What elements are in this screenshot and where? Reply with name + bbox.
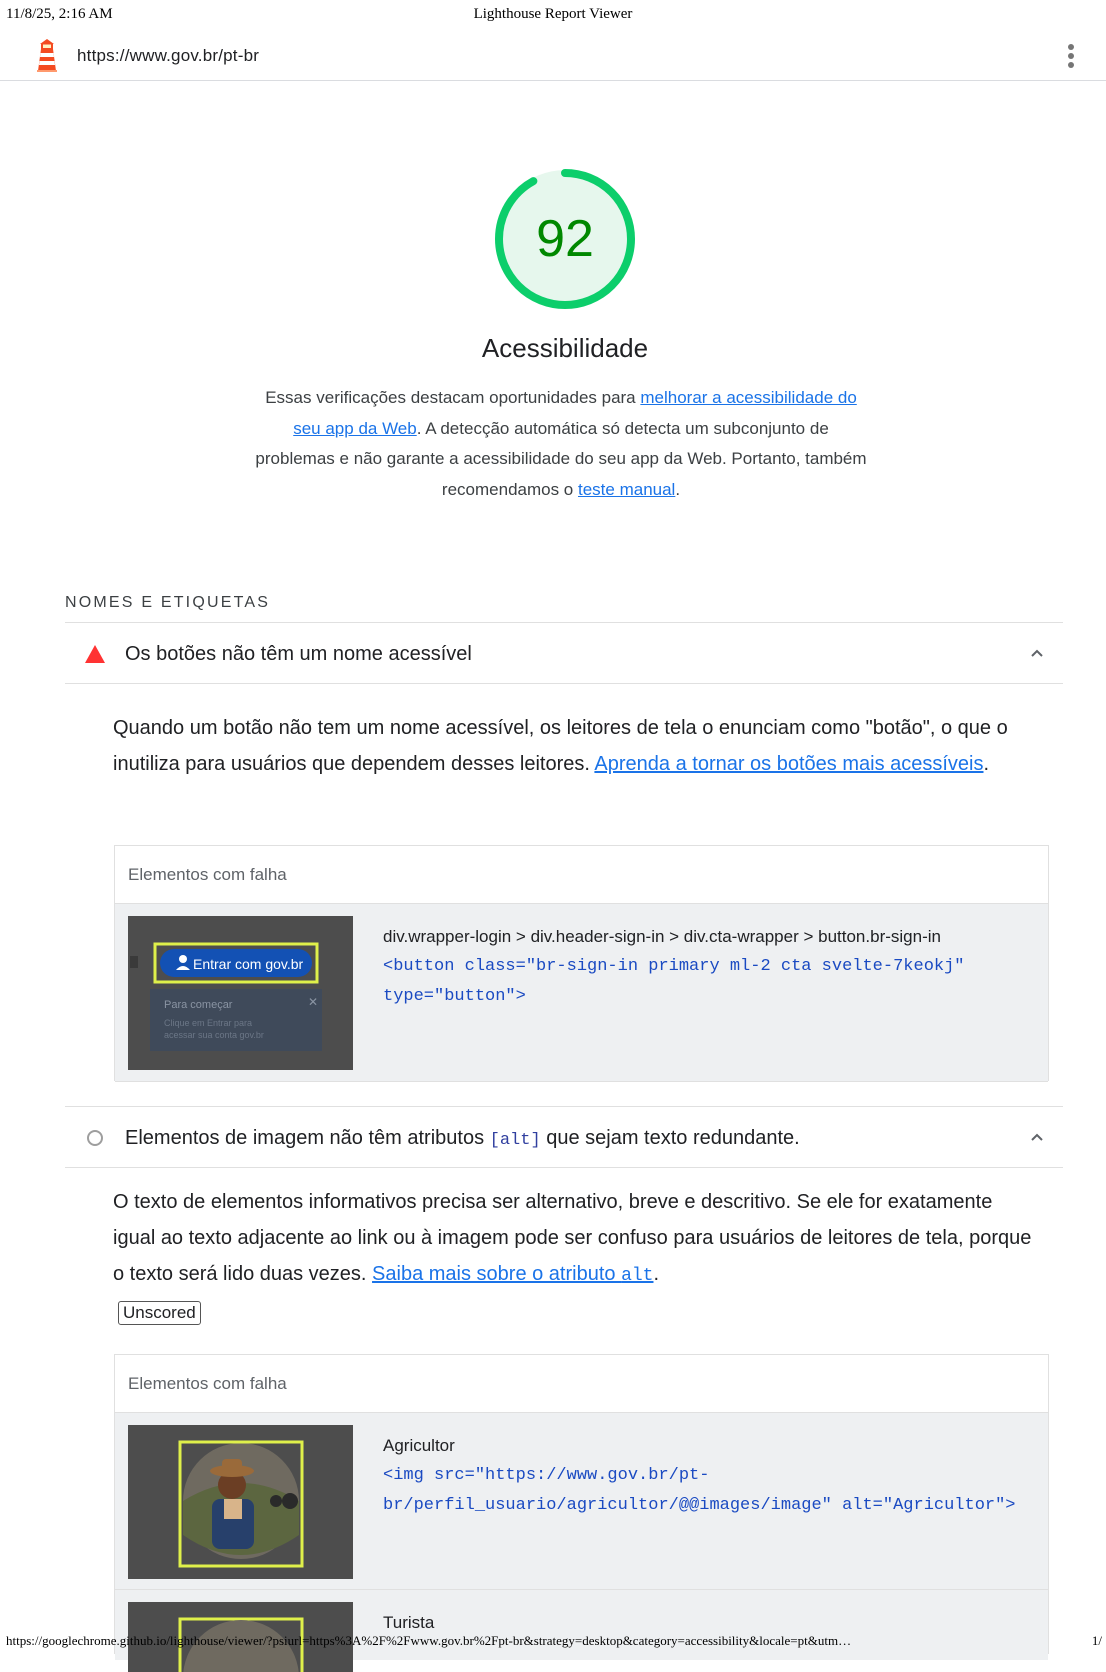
node-snippet: <img src="https://www.gov.br/pt-br/perfi…: [383, 1466, 1016, 1515]
print-page-number: 1/: [1091, 1633, 1102, 1648]
svg-text:Para começar: Para começar: [164, 999, 233, 1011]
login-button-screenshot: Entrar com gov.br Para começar ✕ Clique …: [128, 916, 353, 1070]
print-header: 11/8/25, 2:16 AM Lighthouse Report Viewe…: [0, 6, 1106, 26]
audit-title: Os botões não têm um nome acessível: [125, 643, 472, 665]
svg-text:Entrar com gov.br: Entrar com gov.br: [193, 956, 304, 972]
fail-triangle-icon: [85, 645, 105, 663]
node-selector: Agricultor: [383, 1436, 455, 1455]
svg-text:Clique em Entrar para: Clique em Entrar para: [164, 1018, 252, 1028]
learn-alt-link[interactable]: Saiba mais sobre o atributo alt: [372, 1263, 653, 1286]
category-description: Essas verificações destacam oportunidade…: [255, 388, 867, 499]
informative-circle-icon: [87, 1130, 103, 1146]
node-snippet: <button class="br-sign-in primary ml-2 c…: [383, 957, 965, 1006]
table-row[interactable]: Turista: [115, 1590, 1048, 1672]
manual-testing-link[interactable]: teste manual: [578, 480, 675, 499]
element-screenshot: Entrar com gov.br Para começar ✕ Clique …: [128, 916, 353, 1070]
group-title: NOMES E ETIQUETAS: [65, 594, 271, 611]
details-header: Elementos com falha: [115, 1355, 1048, 1413]
table-row[interactable]: Entrar com gov.br Para começar ✕ Clique …: [115, 904, 1048, 1082]
print-title: Lighthouse Report Viewer: [473, 6, 633, 22]
print-footer-url: https://googlechrome.github.io/lighthous…: [6, 1633, 852, 1648]
kebab-menu-icon[interactable]: [1064, 42, 1078, 70]
audit-description: O texto de elementos informativos precis…: [113, 1184, 1033, 1330]
svg-text:✕: ✕: [308, 995, 318, 1009]
audit-description: Quando um botão não tem um nome acessíve…: [113, 717, 1008, 775]
node-info: div.wrapper-login > div.header-sign-in >…: [383, 922, 1028, 1012]
audit-button-name-header[interactable]: Os botões não têm um nome acessível: [65, 622, 1063, 684]
score-gauge: 92: [489, 163, 641, 315]
failing-elements-table: Elementos com falha Agricultor <img src=…: [114, 1354, 1049, 1672]
details-header: Elementos com falha: [115, 846, 1048, 904]
chevron-up-icon[interactable]: [1027, 643, 1047, 663]
element-screenshot: [128, 1425, 353, 1579]
learn-buttons-link[interactable]: Aprenda a tornar os botões mais acessíve…: [594, 753, 983, 775]
chevron-up-icon[interactable]: [1027, 1127, 1047, 1147]
svg-text:acessar sua conta gov.br: acessar sua conta gov.br: [164, 1030, 264, 1040]
audit-image-redundant-alt-header[interactable]: Elementos de imagem não têm atributos [a…: [65, 1106, 1063, 1168]
unscored-badge: Unscored: [118, 1301, 201, 1325]
category-title: Acessibilidade: [481, 333, 649, 363]
node-info: Agricultor <img src="https://www.gov.br/…: [383, 1431, 1028, 1521]
report-url: https://www.gov.br/pt-br: [77, 46, 260, 65]
report-topbar: https://www.gov.br/pt-br: [0, 32, 1106, 81]
failing-elements-table: Elementos com falha Entrar com gov.br Pa…: [114, 845, 1049, 1082]
lighthouse-icon: [37, 39, 57, 72]
table-row[interactable]: Agricultor <img src="https://www.gov.br/…: [115, 1413, 1048, 1590]
audit-title: Elementos de imagem não têm atributos [a…: [125, 1127, 800, 1150]
score-value: 92: [536, 210, 594, 268]
farmer-image-screenshot: [128, 1425, 353, 1579]
node-selector: div.wrapper-login > div.header-sign-in >…: [383, 927, 941, 946]
